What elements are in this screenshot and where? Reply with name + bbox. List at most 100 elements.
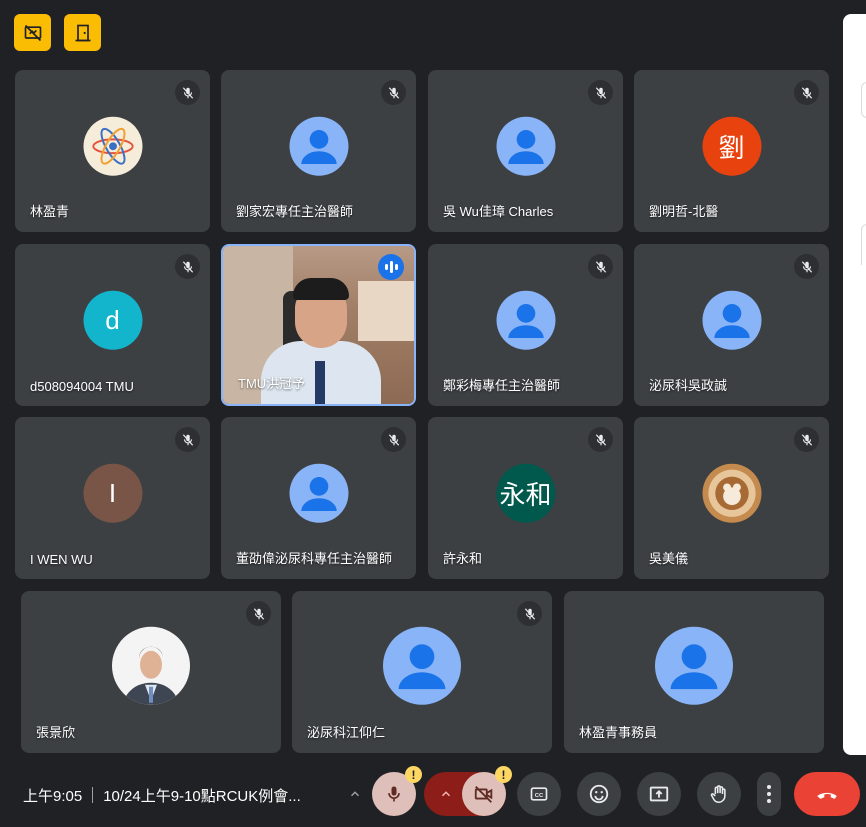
muted-indicator (794, 254, 819, 279)
microphone-button[interactable]: ! (372, 766, 422, 816)
participant-avatar (655, 626, 733, 705)
muted-indicator (794, 427, 819, 452)
participant-avatar (83, 116, 142, 176)
participant-tile[interactable]: 林盈青事務員 (564, 591, 824, 753)
muted-indicator (175, 427, 200, 452)
participant-avatar: 劉 (702, 116, 761, 176)
camera-control-group: ! (424, 766, 512, 816)
mic-off-icon (253, 607, 264, 620)
participant-avatar (702, 290, 761, 350)
camera-off-icon (474, 786, 493, 803)
present-screen-icon (649, 786, 669, 802)
muted-indicator (381, 80, 406, 105)
avatar-initial: 劉 (718, 132, 745, 163)
participant-tile[interactable]: 永和許永和 (428, 417, 623, 579)
participant-avatar (702, 463, 761, 523)
participant-avatar (496, 116, 555, 176)
mic-off-icon (182, 433, 193, 446)
muted-indicator (175, 80, 200, 105)
muted-indicator (175, 254, 200, 279)
muted-indicator (246, 601, 271, 626)
present-button[interactable] (637, 772, 681, 816)
mic-warning-badge: ! (405, 766, 422, 783)
hang-up-icon (817, 792, 837, 799)
speaking-indicator-icon (378, 254, 404, 280)
muted-indicator (381, 427, 406, 452)
participant-tile[interactable]: TMU洪冠予 (221, 244, 416, 406)
meeting-title: 10/24上午9-10點RCUK例會... (103, 788, 301, 805)
avatar-initial: d (105, 304, 120, 335)
participant-avatar (289, 116, 348, 176)
mic-off-icon (388, 433, 399, 446)
leave-call-button[interactable] (794, 772, 860, 816)
participant-tile[interactable]: 劉劉明哲-北醫 (634, 70, 829, 232)
mic-off-icon (182, 86, 193, 99)
hand-icon (710, 785, 726, 804)
muted-indicator (588, 427, 613, 452)
participant-name: 吳 Wu佳璋 Charles (443, 204, 554, 219)
participant-tile[interactable]: 林盈青 (15, 70, 210, 232)
participant-name: d508094004 TMU (30, 379, 134, 394)
participant-name: 泌尿科吳政誠 (649, 378, 728, 393)
microphone-icon (388, 786, 400, 802)
mic-off-icon (182, 260, 193, 273)
closed-captions-icon: CC (530, 787, 548, 801)
muted-indicator (588, 254, 613, 279)
participant-avatar (496, 290, 555, 350)
participant-tile[interactable]: 吳 Wu佳璋 Charles (428, 70, 623, 232)
participant-tile[interactable]: I I WEN WU (15, 417, 210, 579)
mic-off-icon (595, 86, 606, 99)
muted-indicator (517, 601, 542, 626)
participant-tile[interactable]: 鄭彩梅專任主治醫師 (428, 244, 623, 406)
participant-tile[interactable]: 董劭偉泌尿科專任主治醫師 (221, 417, 416, 579)
participant-name: TMU洪冠予 (238, 376, 306, 391)
avatar-initial: I (108, 477, 117, 508)
participant-name: 吳美儀 (649, 551, 689, 566)
video-options-chevron-icon[interactable] (434, 782, 458, 806)
participant-avatar (112, 626, 190, 705)
participant-name: 劉明哲-北醫 (649, 204, 719, 219)
participant-avatar: 永和 (496, 463, 555, 523)
more-options-button[interactable] (757, 772, 781, 816)
audio-options-chevron-icon[interactable] (343, 782, 367, 806)
emoji-icon (589, 784, 609, 804)
participant-name: 張景欣 (36, 725, 76, 740)
participant-name: 許永和 (443, 551, 483, 566)
participant-name: 鄭彩梅專任主治醫師 (443, 378, 561, 393)
participant-tile[interactable]: 泌尿科江仰仁 (292, 591, 552, 753)
control-bar: 上午9:05 10/24上午9-10點RCUK例會... ! ! CC (0, 760, 866, 827)
clock: 上午9:05 (23, 788, 83, 805)
meeting-info: 上午9:05 10/24上午9-10點RCUK例會... (23, 785, 301, 806)
participant-avatar (383, 626, 461, 705)
camera-warning-badge: ! (495, 766, 512, 783)
mic-off-icon (524, 607, 535, 620)
mic-off-icon (595, 433, 606, 446)
participant-tile[interactable]: 泌尿科吳政誠 (634, 244, 829, 406)
raise-hand-button[interactable] (697, 772, 741, 816)
participant-avatar: I (83, 463, 142, 523)
muted-indicator (588, 80, 613, 105)
participant-name: 董劭偉泌尿科專任主治醫師 (236, 551, 393, 566)
muted-indicator (794, 80, 819, 105)
participant-avatar: d (83, 290, 142, 350)
participant-tile[interactable]: 張景欣 (21, 591, 281, 753)
svg-text:CC: CC (535, 793, 544, 799)
participant-name: 林盈青事務員 (579, 725, 658, 740)
mic-off-icon (801, 433, 812, 446)
captions-button[interactable]: CC (517, 772, 561, 816)
camera-button[interactable]: ! (462, 766, 512, 816)
participant-avatar (289, 463, 348, 523)
door-icon[interactable] (64, 14, 101, 51)
participant-name: I WEN WU (30, 552, 93, 567)
avatar-initial: 永和 (499, 479, 552, 510)
mic-off-icon (801, 86, 812, 99)
participant-name: 劉家宏專任主治醫師 (236, 204, 354, 219)
participant-tile[interactable]: 吳美儀 (634, 417, 829, 579)
reactions-button[interactable] (577, 772, 621, 816)
participant-tile[interactable]: d d508094004 TMU (15, 244, 210, 406)
participant-name: 泌尿科江仰仁 (307, 725, 386, 740)
mic-off-icon (595, 260, 606, 273)
no-presentation-icon[interactable] (14, 14, 51, 51)
mic-off-icon (801, 260, 812, 273)
participant-tile[interactable]: 劉家宏專任主治醫師 (221, 70, 416, 232)
